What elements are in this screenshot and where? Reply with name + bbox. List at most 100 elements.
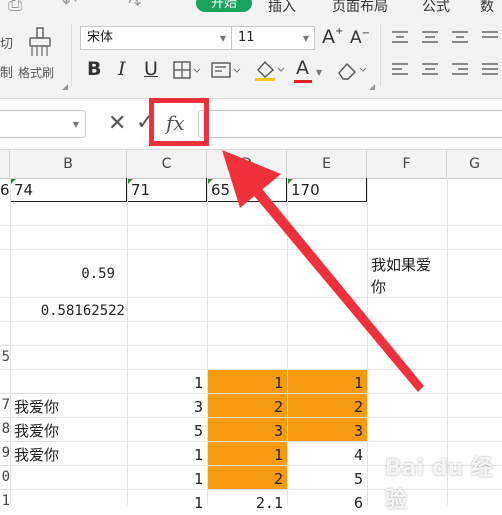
row-number[interactable]: 8 xyxy=(0,421,10,437)
italic-button[interactable]: I xyxy=(118,58,126,80)
cell-b[interactable]: 74 xyxy=(14,178,33,202)
minus-icon: − xyxy=(361,28,371,39)
fill-color-icon[interactable] xyxy=(252,58,286,82)
cell-a[interactable]: 6 xyxy=(0,178,10,202)
name-box[interactable]: ▼ xyxy=(0,110,86,138)
cell-c[interactable]: 1 xyxy=(127,491,203,515)
gridline xyxy=(0,369,502,370)
cell-b-value[interactable]: 0.59 xyxy=(10,262,115,286)
underline-button[interactable]: U xyxy=(144,58,158,80)
cell-b-text[interactable]: 我爱你 xyxy=(14,395,59,419)
chevron-down-icon: ▼ xyxy=(302,34,309,43)
font-size-dropdown[interactable]: 11 ▼ xyxy=(231,26,315,50)
formula-input[interactable] xyxy=(198,110,502,138)
cell-c[interactable]: 1 xyxy=(127,467,203,491)
cell-border xyxy=(206,178,207,202)
clear-eraser-icon[interactable] xyxy=(334,58,368,82)
gridline xyxy=(10,178,11,505)
row-number[interactable]: 9 xyxy=(0,445,10,461)
cell-e[interactable]: 4 xyxy=(287,443,363,467)
cell-e[interactable]: 1 xyxy=(287,371,363,395)
cell-d[interactable]: 65 xyxy=(211,178,230,202)
borders-icon[interactable] xyxy=(172,60,202,80)
divider xyxy=(380,24,381,86)
shrink-font-icon: A xyxy=(350,28,362,48)
font-size-value: 11 xyxy=(238,30,255,45)
chevron-down-icon[interactable]: ▼ xyxy=(316,68,322,77)
formula-bar: ▼ ✕ ✓ fx xyxy=(0,98,502,150)
cell-d[interactable]: 1 xyxy=(207,443,283,467)
cell-e[interactable]: 5 xyxy=(287,467,363,491)
cell-border xyxy=(286,178,287,202)
gridline xyxy=(367,178,368,505)
grow-font-icon: A xyxy=(322,26,335,48)
tab-formulas[interactable]: 公式 xyxy=(422,0,450,16)
cell-b-value[interactable]: 0.58162522 xyxy=(10,299,125,323)
dialog-launcher-icon[interactable]: ◢ xyxy=(369,82,375,91)
tab-page-layout[interactable]: 页面布局 xyxy=(332,0,388,16)
cell-c[interactable]: 1 xyxy=(127,371,203,395)
row-number[interactable]: 7 xyxy=(0,397,10,413)
row-number[interactable]: 1 xyxy=(0,493,10,509)
grow-font-button[interactable]: A+ xyxy=(322,26,343,48)
column-header-b[interactable]: B xyxy=(10,150,127,178)
cell-e[interactable]: 6 xyxy=(287,491,363,515)
column-header-g[interactable]: G xyxy=(447,150,502,178)
cell-d[interactable]: 2 xyxy=(207,395,283,419)
shrink-font-button[interactable]: A− xyxy=(350,28,370,48)
cell-d[interactable]: 3 xyxy=(207,419,283,443)
cell-d[interactable]: 2 xyxy=(207,467,283,491)
copy-label[interactable]: 制 xyxy=(0,62,13,81)
column-header-f[interactable]: F xyxy=(367,150,447,178)
watermark: Bai du 经验 xyxy=(385,456,493,513)
cell-border xyxy=(126,178,127,202)
column-header-c[interactable]: C xyxy=(127,150,207,178)
cell-f-text[interactable]: 我如果爱你 xyxy=(371,254,445,298)
column-header-e[interactable]: E xyxy=(287,150,367,178)
cell-d[interactable]: 2.1 xyxy=(207,491,283,515)
tab-data[interactable]: 数 xyxy=(480,0,494,16)
cell-border xyxy=(366,178,367,202)
cell-d[interactable]: 1 xyxy=(207,371,283,395)
redo-icon[interactable]: ↷ xyxy=(128,0,141,13)
cell-c[interactable]: 3 xyxy=(127,395,203,419)
row-number[interactable]: 5 xyxy=(0,349,10,365)
cell-e[interactable]: 3 xyxy=(287,419,363,443)
divider xyxy=(71,24,72,86)
format-painter-label[interactable]: 格式刷 xyxy=(18,64,54,81)
dialog-launcher-icon[interactable]: ◢ xyxy=(62,82,68,91)
ribbon: ⎙ ↶ ↷ 开始 插入 页面布局 公式 数 切 制 格式刷 宋体 ▼ 11 ▼ … xyxy=(0,0,502,99)
cell-e[interactable]: 2 xyxy=(287,395,363,419)
gridline xyxy=(0,345,502,346)
column-header-bar: B C D E F G xyxy=(0,150,502,179)
bold-button[interactable]: B xyxy=(87,58,101,80)
cell-b-text[interactable]: 我爱你 xyxy=(14,443,59,467)
chevron-down-icon: ▼ xyxy=(72,120,79,129)
cell-c[interactable]: 5 xyxy=(127,419,203,443)
print-icon[interactable]: ⎙ xyxy=(8,0,22,15)
row-header-corner[interactable] xyxy=(0,150,10,178)
chevron-down-icon: ▼ xyxy=(219,34,226,43)
alignment-icons[interactable] xyxy=(390,28,502,88)
undo-icon[interactable]: ↶ xyxy=(62,0,77,13)
cell-c[interactable]: 1 xyxy=(127,443,203,467)
format-painter-icon[interactable] xyxy=(25,26,55,58)
row-number[interactable]: 0 xyxy=(0,469,10,485)
font-color-button[interactable]: A xyxy=(296,57,309,79)
font-color-swatch xyxy=(294,80,312,83)
tab-home[interactable]: 开始 xyxy=(196,0,252,12)
column-header-d[interactable]: D xyxy=(207,150,287,178)
font-name-value: 宋体 xyxy=(87,30,114,45)
fill-effect-icon[interactable] xyxy=(210,60,242,80)
plus-icon: + xyxy=(335,26,344,37)
cancel-icon[interactable]: ✕ xyxy=(108,111,126,136)
gridline xyxy=(0,249,502,250)
cell-e[interactable]: 170 xyxy=(291,178,320,202)
cell-c[interactable]: 71 xyxy=(131,178,150,202)
fx-highlight-box xyxy=(149,98,209,146)
font-name-dropdown[interactable]: 宋体 ▼ xyxy=(80,26,232,50)
gridline xyxy=(0,225,502,226)
cell-b-text[interactable]: 我爱你 xyxy=(14,419,59,443)
tab-insert[interactable]: 插入 xyxy=(268,0,296,16)
cut-label[interactable]: 切 xyxy=(0,33,13,52)
